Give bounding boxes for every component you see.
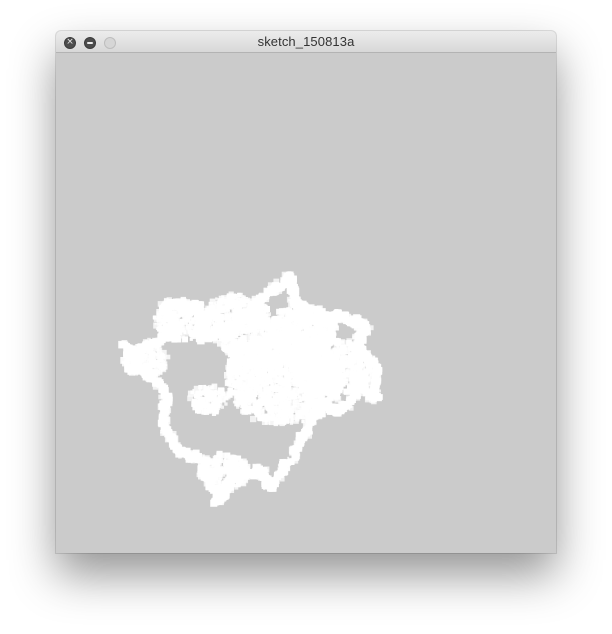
window-title: sketch_150813a [257, 34, 355, 49]
random-walk-drawing [118, 271, 383, 507]
sketch-window: sketch_150813a [56, 31, 556, 553]
random-walk-shape [118, 271, 383, 507]
title-bar[interactable]: sketch_150813a [56, 31, 556, 53]
sketch-canvas [56, 53, 556, 553]
